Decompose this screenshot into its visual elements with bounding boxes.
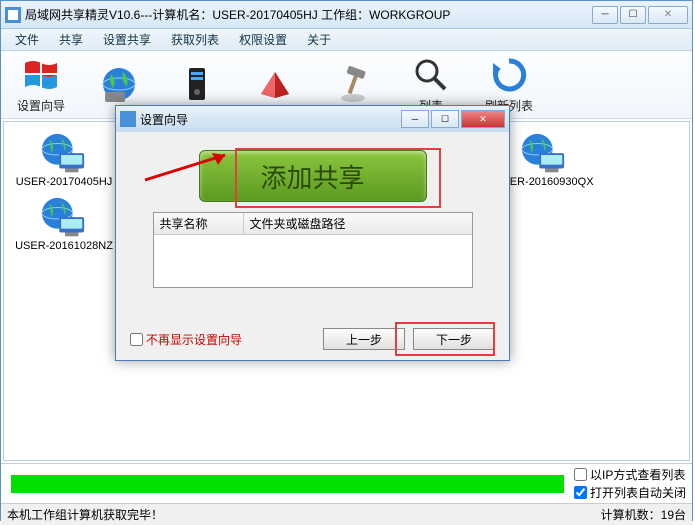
tool-globe[interactable] xyxy=(85,64,153,106)
menu-getlist[interactable]: 获取列表 xyxy=(161,29,229,50)
dialog-close-button[interactable]: ✕ xyxy=(461,110,505,128)
menu-share[interactable]: 共享 xyxy=(49,29,93,50)
noshow-checkbox[interactable]: 不再显示设置向导 xyxy=(130,331,242,348)
globe-icon xyxy=(99,64,139,104)
status-text: 本机工作组计算机获取完毕！ xyxy=(7,506,163,523)
minimize-button[interactable]: ─ xyxy=(592,6,618,24)
computer-icon xyxy=(40,132,88,172)
statusbar: 本机工作组计算机获取完毕！ 计算机数：19台 xyxy=(1,503,692,525)
windows-flag-icon xyxy=(21,55,61,95)
menu-perm[interactable]: 权限设置 xyxy=(229,29,297,50)
computer-item[interactable]: USER-20170405HJ xyxy=(14,132,114,188)
menu-setup[interactable]: 设置共享 xyxy=(93,29,161,50)
status-count: 计算机数：19台 xyxy=(601,506,686,523)
share-table-body xyxy=(154,235,472,287)
hammer-icon xyxy=(333,64,373,104)
titlebar: 局域网共享精灵V10.6---计算机名：USER-20170405HJ 工作组：… xyxy=(1,1,692,29)
maximize-button[interactable]: ☐ xyxy=(620,6,646,24)
window-title: 局域网共享精灵V10.6---计算机名：USER-20170405HJ 工作组：… xyxy=(25,6,592,23)
refresh-icon xyxy=(489,55,529,95)
progress-row: 以IP方式查看列表 打开列表自动关闭 xyxy=(1,463,692,503)
computer-label: USER-20170405HJ xyxy=(16,176,113,188)
computer-icon xyxy=(520,132,568,172)
dialog-minimize-button[interactable]: ─ xyxy=(401,110,429,128)
menubar: 文件 共享 设置共享 获取列表 权限设置 关于 xyxy=(1,29,692,51)
computer-item[interactable]: USER-20161028NZ xyxy=(14,196,114,252)
server-icon xyxy=(177,64,217,104)
tool-server[interactable] xyxy=(163,64,231,106)
progress-bar xyxy=(11,475,564,493)
dialog-icon xyxy=(120,111,136,127)
dialog-maximize-button[interactable]: ☐ xyxy=(431,110,459,128)
wizard-dialog: 设置向导 ─ ☐ ✕ 添加共享 共享名称 文件夹或磁盘路径 不再显示设置向导 上… xyxy=(115,105,510,361)
add-share-button[interactable]: 添加共享 xyxy=(199,150,427,202)
col-name: 共享名称 xyxy=(154,213,244,234)
magnifier-icon xyxy=(411,55,451,95)
check-by-ip[interactable]: 以IP方式查看列表 xyxy=(574,466,686,483)
prev-button[interactable]: 上一步 xyxy=(323,328,405,350)
col-path: 文件夹或磁盘路径 xyxy=(244,213,472,234)
share-table: 共享名称 文件夹或磁盘路径 xyxy=(153,212,473,288)
menu-file[interactable]: 文件 xyxy=(5,29,49,50)
computer-icon xyxy=(40,196,88,236)
menu-about[interactable]: 关于 xyxy=(297,29,341,50)
close-button[interactable]: ✕ xyxy=(648,6,688,24)
dialog-title: 设置向导 xyxy=(140,111,399,128)
tool-hammer[interactable] xyxy=(319,64,387,106)
next-button[interactable]: 下一步 xyxy=(413,328,495,350)
tool-wizard[interactable]: 设置向导 xyxy=(7,55,75,114)
check-auto-close[interactable]: 打开列表自动关闭 xyxy=(574,484,686,501)
tool-book[interactable] xyxy=(241,64,309,106)
app-icon xyxy=(5,7,21,23)
computer-label: USER-20161028NZ xyxy=(15,240,113,252)
dialog-titlebar: 设置向导 ─ ☐ ✕ xyxy=(116,106,509,132)
book-icon xyxy=(255,64,295,104)
tool-wizard-label: 设置向导 xyxy=(17,97,65,114)
